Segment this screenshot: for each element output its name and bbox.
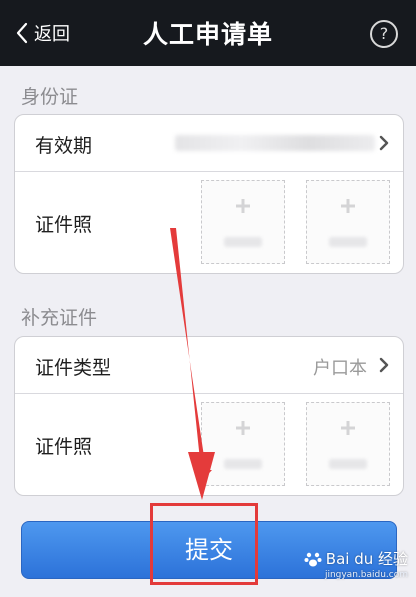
annotation-highlight-box — [150, 503, 258, 585]
watermark-url: jingyan.baidu.com — [324, 570, 408, 580]
baidu-jingyan-watermark: Bai du 经验 jingyan.baidu.com — [304, 548, 408, 580]
watermark-text: Bai du 经验 — [325, 550, 408, 568]
paw-icon — [304, 552, 322, 566]
